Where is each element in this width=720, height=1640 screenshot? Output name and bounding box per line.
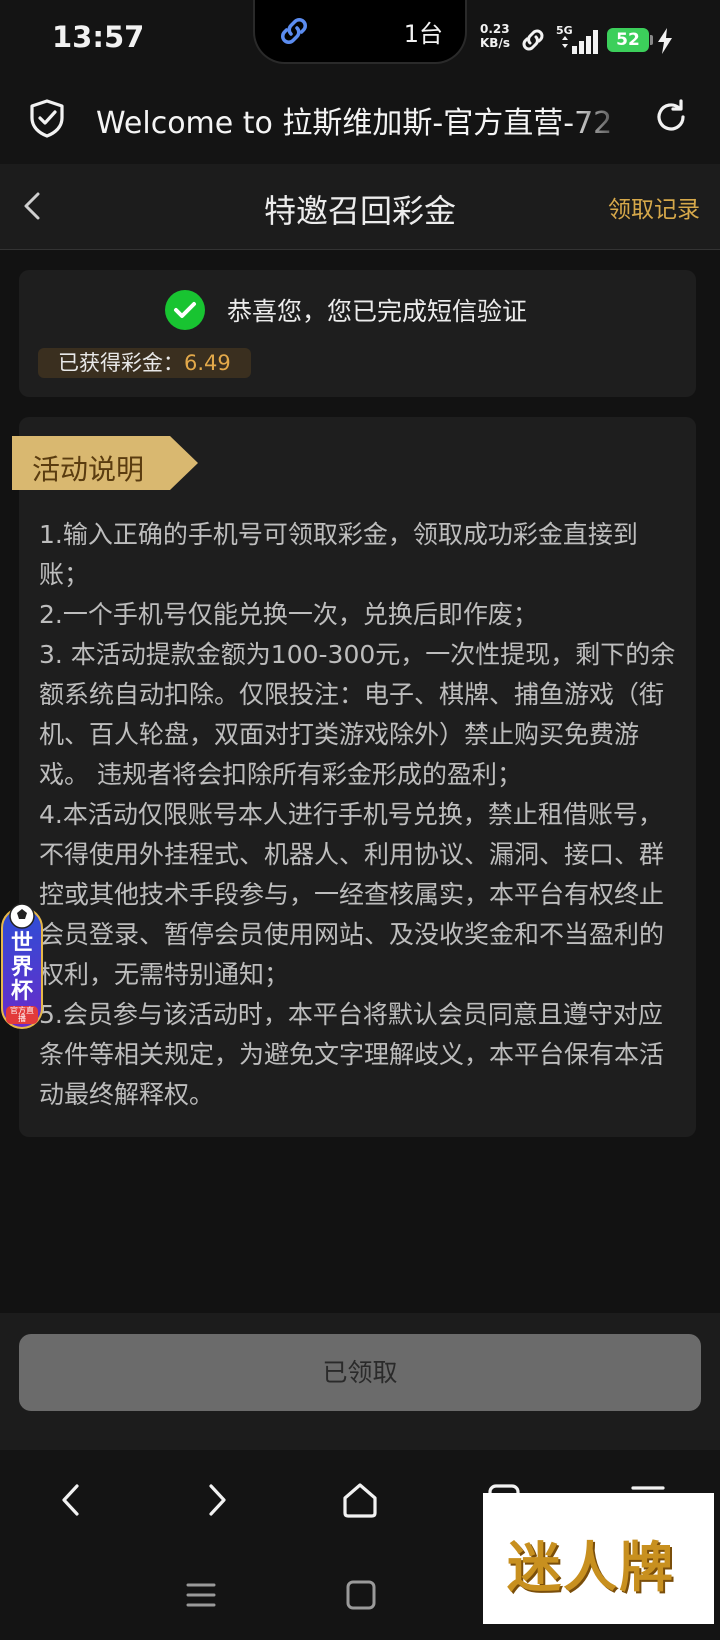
page-header: 特邀召回彩金 领取记录 (0, 164, 720, 250)
action-bar: 已领取 (0, 1313, 720, 1450)
recents-menu-icon[interactable] (184, 1578, 218, 1612)
world-cup-floating-badge[interactable]: 世界杯 官方直播 (0, 900, 44, 1030)
shield-check-icon[interactable] (28, 98, 66, 138)
verify-success-message: 恭喜您，您已完成短信验证 (227, 297, 528, 326)
earned-label: 已获得彩金： (58, 351, 184, 375)
status-bar: 13:57 1台 0.23 KB/s 5G 52 (0, 0, 720, 80)
signal-icon (562, 30, 598, 54)
rule-item: 3. 本活动提款金额为100-300元，一次性提现，剩下的余额系统自动扣除。仅限… (39, 640, 676, 789)
link-icon (281, 18, 307, 44)
rule-item: 2.一个手机号仅能兑换一次，兑换后即作废； (39, 600, 538, 629)
earned-value: 6.49 (184, 351, 231, 375)
claimed-button[interactable]: 已领取 (19, 1334, 701, 1411)
charging-icon (658, 28, 672, 54)
dynamic-island[interactable]: 1台 (253, 0, 467, 64)
hotspot-link-icon (522, 29, 544, 51)
net-speed-unit: KB/s (480, 36, 510, 50)
success-check-icon (165, 290, 205, 330)
rule-item: 4.本活动仅限账号本人进行手机号兑换，禁止租借账号，不得使用外挂程式、机器人、利… (39, 800, 665, 989)
watermark-text: 迷人牌 (507, 1536, 675, 1599)
rules-body: 1.输入正确的手机号可领取彩金，领取成功彩金直接到账； 2.一个手机号仅能兑换一… (39, 515, 679, 1115)
browser-forward-icon[interactable] (196, 1480, 236, 1520)
rules-tag: 活动说明 (12, 436, 198, 490)
browser-back-icon[interactable] (52, 1480, 92, 1520)
url-text[interactable]: Welcome to 拉斯维加斯-官方直营-72 (96, 98, 632, 142)
badge-subtitle: 官方直播 (10, 1006, 34, 1023)
net-speed-value: 0.23 (480, 22, 510, 36)
island-label: 1台 (403, 20, 443, 48)
activity-rules-card: 活动说明 1.输入正确的手机号可领取彩金，领取成功彩金直接到账； 2.一个手机号… (12, 417, 696, 1137)
status-time: 13:57 (52, 20, 145, 54)
rule-item: 1.输入正确的手机号可领取彩金，领取成功彩金直接到账； (39, 520, 638, 589)
battery-indicator: 52 (607, 28, 649, 52)
net-speed: 0.23 KB/s (480, 22, 516, 50)
system-home-icon[interactable] (344, 1578, 378, 1612)
home-icon[interactable] (340, 1480, 380, 1520)
earned-bonus-pill: 已获得彩金：6.49 (38, 348, 251, 378)
refresh-icon[interactable] (652, 98, 690, 136)
badge-title: 世界杯 (10, 931, 33, 1004)
rule-item: 5.会员参与该活动时，本平台将默认会员同意且遵守对应条件等相关规定，为避免文字理… (39, 1000, 665, 1109)
browser-address-bar: Welcome to 拉斯维加斯-官方直营-72 (0, 80, 720, 164)
claim-records-link[interactable]: 领取记录 (608, 190, 700, 224)
verification-card: 恭喜您，您已完成短信验证 已获得彩金：6.49 (19, 270, 696, 397)
watermark-logo: 迷人牌 (483, 1493, 714, 1624)
rules-tag-label: 活动说明 (32, 453, 145, 486)
battery-nub (650, 35, 653, 45)
